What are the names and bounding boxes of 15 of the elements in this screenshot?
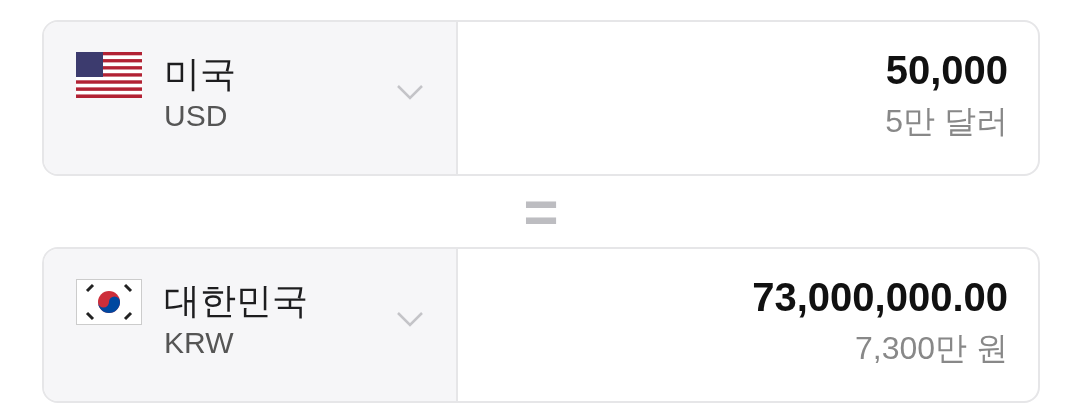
- amount-in-words: 5만 달러: [885, 102, 1008, 141]
- flag-icon: [76, 279, 142, 325]
- equals-sign: =: [522, 176, 560, 247]
- currency-code: USD: [164, 98, 229, 134]
- currency-code: KRW: [164, 325, 235, 361]
- flag-icon: [76, 52, 142, 98]
- amount-in-words: 7,300만 원: [855, 329, 1008, 368]
- chevron-down-icon: [396, 311, 424, 327]
- country-name: 대한민국: [164, 279, 308, 323]
- amount-value[interactable]: 50,000: [885, 44, 1008, 96]
- currency-selector[interactable]: 대한민국 KRW: [44, 249, 458, 401]
- country-name: 미국: [164, 52, 236, 96]
- chevron-down-icon: [396, 84, 424, 100]
- amount-value[interactable]: 73,000,000.00: [752, 271, 1008, 323]
- currency-selector[interactable]: 미국 USD: [44, 22, 458, 174]
